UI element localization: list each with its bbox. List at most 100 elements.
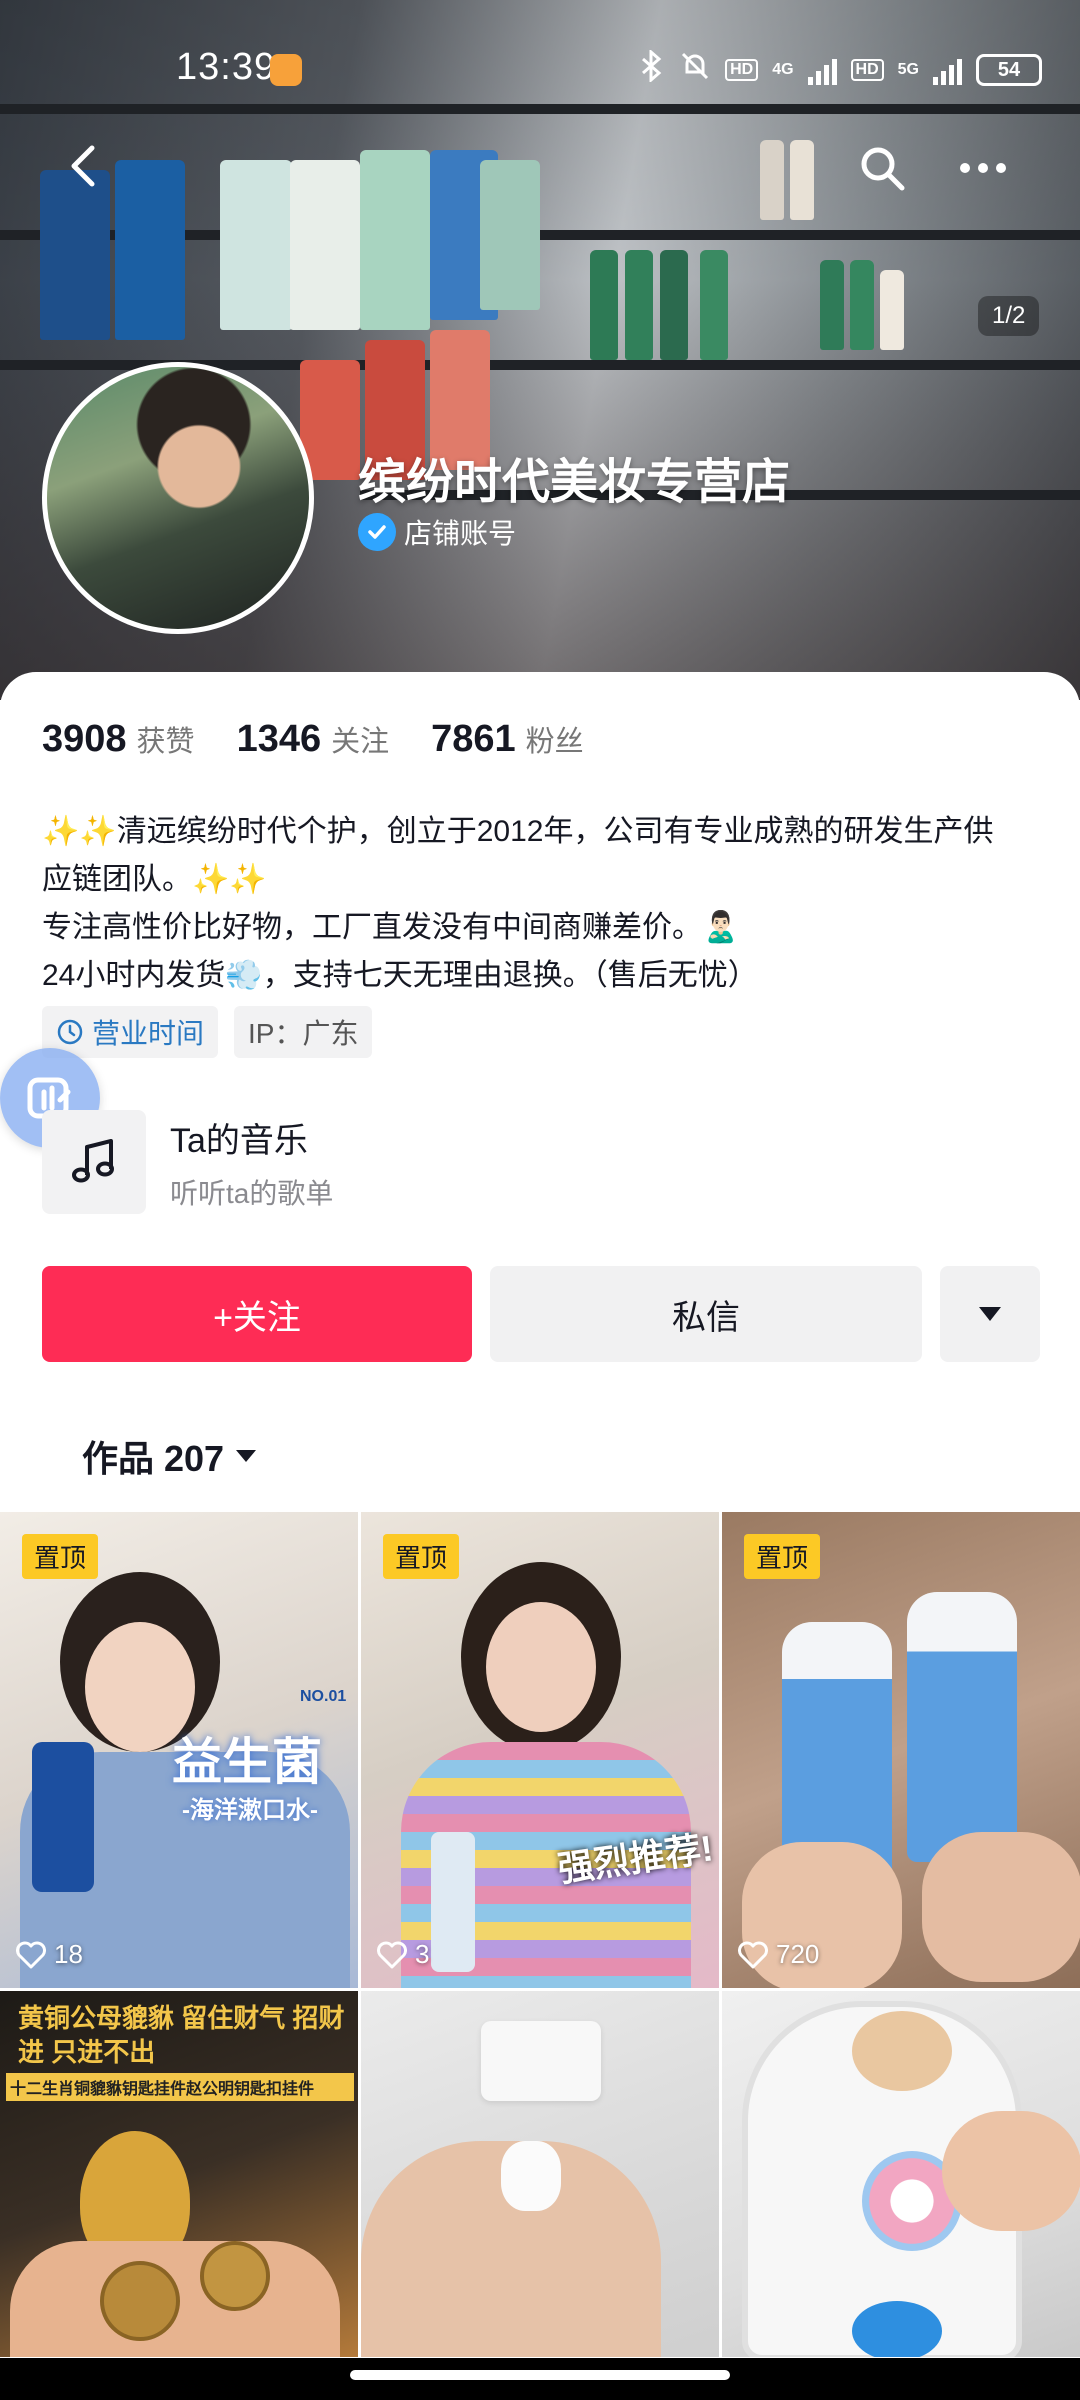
works-grid: 益生菌 -海洋漱口水- NO.01 置顶 18 强烈推荐! 置顶 3 置顶 72… bbox=[0, 1512, 1080, 2357]
music-playlist-entry[interactable]: Ta的音乐 听听ta的歌单 bbox=[42, 1110, 333, 1214]
works-label: 作品 207 bbox=[82, 1438, 225, 1479]
cover-pager: 1/2 bbox=[978, 296, 1040, 336]
video-tile[interactable] bbox=[722, 1991, 1080, 2357]
home-indicator[interactable] bbox=[350, 2370, 730, 2380]
bio-line: 24小时内发货💨，支持七天无理由退换。（售后无忧） bbox=[42, 959, 758, 992]
music-note-icon bbox=[42, 1110, 146, 1214]
video-caption: 黄铜公母貔貅 留住财气 招财进 只进不出 bbox=[18, 2003, 345, 2067]
video-badge: NO.01 bbox=[300, 1688, 347, 1705]
product-bottle bbox=[40, 170, 110, 340]
stat-label: 获赞 bbox=[136, 726, 195, 758]
heart-icon bbox=[738, 1941, 768, 1968]
product-bottle bbox=[760, 140, 784, 220]
stat-followers[interactable]: 7861 粉丝 bbox=[431, 718, 584, 761]
stat-likes[interactable]: 3908 获赞 bbox=[42, 718, 195, 761]
product-bottle bbox=[431, 1832, 475, 1972]
more-options-button[interactable] bbox=[960, 150, 1020, 186]
battery-indicator: 54 bbox=[976, 54, 1042, 86]
pinned-badge: 置顶 bbox=[744, 1534, 821, 1579]
product-bottle bbox=[880, 270, 904, 350]
like-count: 720 bbox=[738, 1939, 819, 1970]
person-face bbox=[486, 1602, 596, 1732]
stat-value: 3908 bbox=[42, 718, 127, 760]
message-button[interactable]: 私信 bbox=[490, 1266, 922, 1362]
bio-line: 应链团队。✨✨ bbox=[42, 863, 267, 896]
sticker bbox=[852, 2011, 952, 2091]
network-type: 5G bbox=[897, 61, 919, 78]
stat-label: 粉丝 bbox=[525, 726, 584, 758]
foam bbox=[501, 2141, 561, 2211]
back-button[interactable] bbox=[58, 140, 110, 192]
music-subtitle: 听听ta的歌单 bbox=[170, 1177, 334, 1209]
verified-badge: 店铺账号 bbox=[358, 512, 516, 552]
ip-location-label: IP：广东 bbox=[248, 1018, 359, 1049]
coin bbox=[200, 2241, 270, 2311]
stat-value: 1346 bbox=[236, 718, 322, 760]
product-bottle bbox=[290, 160, 360, 330]
status-icons: HD 4G HD 5G 54 bbox=[639, 48, 1042, 90]
hd-badge: HD bbox=[725, 59, 759, 81]
bio-line: 专注高性价比好物，工厂直发没有中间商赚差价。🙎🏻‍♂️ bbox=[42, 911, 740, 944]
more-dropdown-button[interactable] bbox=[940, 1266, 1040, 1362]
product-bottle bbox=[220, 160, 292, 330]
product-bottle bbox=[700, 250, 728, 360]
pump-bottle bbox=[481, 2021, 601, 2101]
hand bbox=[922, 1832, 1080, 1982]
like-count: 3 bbox=[377, 1939, 429, 1970]
search-button[interactable] bbox=[856, 142, 908, 194]
signal-icon bbox=[807, 55, 837, 85]
search-icon bbox=[861, 147, 905, 191]
music-title: Ta的音乐 bbox=[170, 1121, 308, 1160]
business-hours-tag[interactable]: 营业时间 bbox=[42, 1006, 219, 1058]
video-subcaption: 十二生肖铜貔貅钥匙挂件赵公明钥匙扣挂件 bbox=[6, 2073, 354, 2101]
status-bar: 13:39 HD 4G HD 5G 54 bbox=[0, 0, 1080, 140]
hd-badge: HD bbox=[850, 59, 884, 81]
product-bottle bbox=[850, 260, 874, 350]
stat-value: 7861 bbox=[431, 718, 516, 760]
avatar[interactable] bbox=[42, 362, 314, 634]
pinned-badge: 置顶 bbox=[22, 1534, 99, 1579]
stat-label: 关注 bbox=[331, 726, 390, 758]
product-bottle bbox=[360, 150, 430, 330]
signal-icon bbox=[933, 55, 962, 85]
heart-icon bbox=[16, 1941, 46, 1968]
video-tile[interactable]: 置顶 720 bbox=[722, 1512, 1080, 1988]
status-time: 13:39 bbox=[176, 46, 277, 88]
follow-button[interactable]: +关注 bbox=[42, 1266, 472, 1362]
bluetooth-icon bbox=[639, 48, 665, 90]
product-bottle bbox=[480, 160, 540, 310]
shop-name: 缤纷时代美妆专营店 bbox=[358, 456, 791, 509]
verified-check-icon bbox=[358, 513, 396, 551]
video-subcaption: -海洋漱口水- bbox=[182, 1797, 318, 1824]
like-count-value: 3 bbox=[415, 1939, 430, 1969]
product-bottle bbox=[820, 260, 844, 350]
product-bottle bbox=[590, 250, 618, 360]
video-tile[interactable]: 黄铜公母貔貅 留住财气 招财进 只进不出 十二生肖铜貔貅钥匙挂件赵公明钥匙扣挂件 bbox=[0, 1991, 358, 2357]
mute-bell-icon bbox=[679, 50, 711, 90]
like-count-value: 720 bbox=[776, 1939, 820, 1969]
app-notification-icon bbox=[270, 54, 302, 86]
caret-down-icon bbox=[236, 1450, 257, 1462]
ip-location-tag: IP：广东 bbox=[234, 1006, 373, 1058]
blue-water bbox=[852, 2301, 942, 2357]
product-can bbox=[907, 1592, 1017, 1862]
video-tile[interactable] bbox=[361, 1991, 719, 2357]
cover-image: 13:39 HD 4G HD 5G 54 1/2 缤纷时代美妆专营店 店铺账号 bbox=[0, 0, 1080, 700]
caret-down-icon bbox=[979, 1307, 1001, 1321]
video-tile[interactable]: 益生菌 -海洋漱口水- NO.01 置顶 18 bbox=[0, 1512, 358, 1988]
profile-stats: 3908 获赞 1346 关注 7861 粉丝 bbox=[42, 718, 626, 761]
profile-actions: +关注 私信 bbox=[42, 1266, 1040, 1362]
hand bbox=[942, 2111, 1080, 2231]
business-hours-label: 营业时间 bbox=[92, 1018, 205, 1049]
video-tile[interactable]: 强烈推荐! 置顶 3 bbox=[361, 1512, 719, 1988]
product-bottle bbox=[32, 1742, 94, 1892]
stat-following[interactable]: 1346 关注 bbox=[237, 718, 390, 761]
pinned-badge: 置顶 bbox=[383, 1534, 460, 1579]
product-bottle bbox=[115, 160, 185, 340]
like-count-value: 18 bbox=[54, 1939, 83, 1969]
coin bbox=[100, 2261, 180, 2341]
tab-works[interactable]: 作品 207 bbox=[82, 1430, 258, 1482]
profile-bio: ✨✨清远缤纷时代个护，创立于2012年，公司有专业成熟的研发生产供 应链团队。✨… bbox=[42, 808, 1042, 1000]
network-type: 4G bbox=[772, 61, 794, 78]
like-count: 18 bbox=[16, 1939, 83, 1970]
